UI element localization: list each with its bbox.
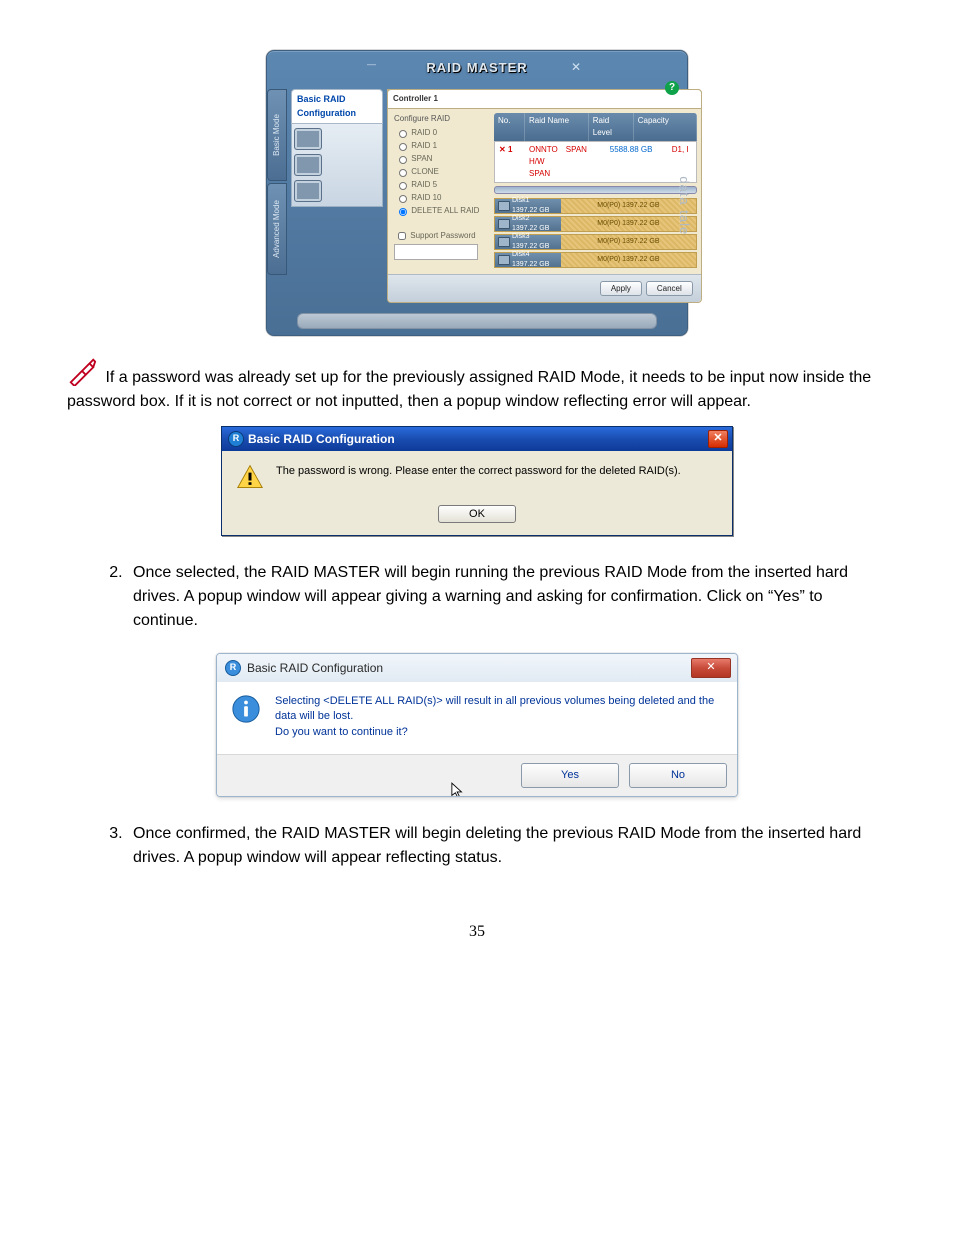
section-header: Basic RAID Configuration <box>291 89 383 124</box>
step-2: Once selected, the RAID MASTER will begi… <box>127 561 887 633</box>
tab-basic-mode[interactable]: Basic Mode <box>267 89 287 181</box>
ok-button[interactable]: OK <box>438 505 516 523</box>
app-titlebar: — RAID MASTER ✕ <box>267 51 687 85</box>
raid-option-raid1[interactable]: RAID 1 <box>394 140 484 152</box>
app-icon: R <box>228 431 244 447</box>
device-list <box>291 124 383 207</box>
close-button[interactable]: ✕ <box>708 430 728 448</box>
raid-table-row[interactable]: ✕ 1 ONNTO H/W SPAN SPAN 5588.88 GB D1, I <box>494 141 697 183</box>
device-icon[interactable] <box>294 180 322 202</box>
disk-row[interactable]: Disk31397.22 GB M0(P0) 1397.22 GB <box>494 234 697 250</box>
warning-icon <box>236 463 264 491</box>
writing-hand-icon <box>67 356 97 386</box>
hdd-icon <box>498 255 510 265</box>
status-bar <box>297 313 657 329</box>
disk-row[interactable]: Disk21397.22 GB M0(P0) 1397.22 GB <box>494 216 697 232</box>
step-3: Once confirmed, the RAID MASTER will beg… <box>127 822 887 870</box>
disk-row[interactable]: Disk41397.22 GB M0(P0) 1397.22 GB <box>494 252 697 268</box>
raid-option-raid5[interactable]: RAID 5 <box>394 179 484 191</box>
app-title: RAID MASTER <box>426 58 527 78</box>
raid-option-raid10[interactable]: RAID 10 <box>394 192 484 204</box>
dialog-titlebar: R Basic RAID Configuration ✕ <box>222 427 732 451</box>
password-input[interactable] <box>394 244 478 260</box>
help-icon[interactable]: ? <box>665 81 679 95</box>
hdd-icon <box>498 219 510 229</box>
dialog-message: Selecting <DELETE ALL RAID(s)> will resu… <box>275 694 723 740</box>
hdd-icon <box>498 237 510 247</box>
no-button[interactable]: No <box>629 763 727 788</box>
raid-option-clone[interactable]: CLONE <box>394 166 484 178</box>
apply-button[interactable]: Apply <box>600 281 642 296</box>
hdd-icon <box>498 201 510 211</box>
raid-master-app: — RAID MASTER ✕ ? data tale Basic Mode A… <box>266 50 688 336</box>
confirm-dialog: R Basic RAID Configuration ✕ Selecting <… <box>216 653 738 797</box>
dialog-title: Basic RAID Configuration <box>248 430 395 448</box>
controller-label: Controller 1 <box>393 93 438 105</box>
brand-label: data tale <box>675 97 693 315</box>
page-number: 35 <box>67 920 887 944</box>
cursor-icon <box>451 782 465 797</box>
support-password-checkbox[interactable]: Support Password <box>394 229 484 243</box>
info-icon <box>231 694 261 724</box>
raid-option-span[interactable]: SPAN <box>394 153 484 165</box>
app-icon: R <box>225 660 241 676</box>
yes-button[interactable]: Yes <box>521 763 619 788</box>
configure-raid-label: Configure RAID <box>394 113 484 125</box>
close-button[interactable]: ✕ <box>691 658 731 678</box>
dialog-message: The password is wrong. Please enter the … <box>276 463 681 480</box>
password-note-paragraph: If a password was already set up for the… <box>67 356 887 414</box>
raid-option-delete-all[interactable]: DELETE ALL RAID <box>394 205 484 217</box>
raid-table-header: No. Raid Name Raid Level Capacity <box>494 113 697 141</box>
dialog-title: Basic RAID Configuration <box>247 659 383 677</box>
close-icon[interactable]: ✕ <box>571 58 587 68</box>
tab-advanced-mode[interactable]: Advanced Mode <box>267 183 287 275</box>
disk-row[interactable]: Disk11397.22 GB M0(P0) 1397.22 GB <box>494 198 697 214</box>
error-dialog: R Basic RAID Configuration ✕ The passwor… <box>221 426 733 536</box>
capacity-slider[interactable] <box>494 186 697 194</box>
minimize-icon[interactable]: — <box>367 58 383 68</box>
dialog-titlebar: R Basic RAID Configuration ✕ <box>217 654 737 682</box>
device-icon[interactable] <box>294 154 322 176</box>
device-icon[interactable] <box>294 128 322 150</box>
raid-option-raid0[interactable]: RAID 0 <box>394 127 484 139</box>
